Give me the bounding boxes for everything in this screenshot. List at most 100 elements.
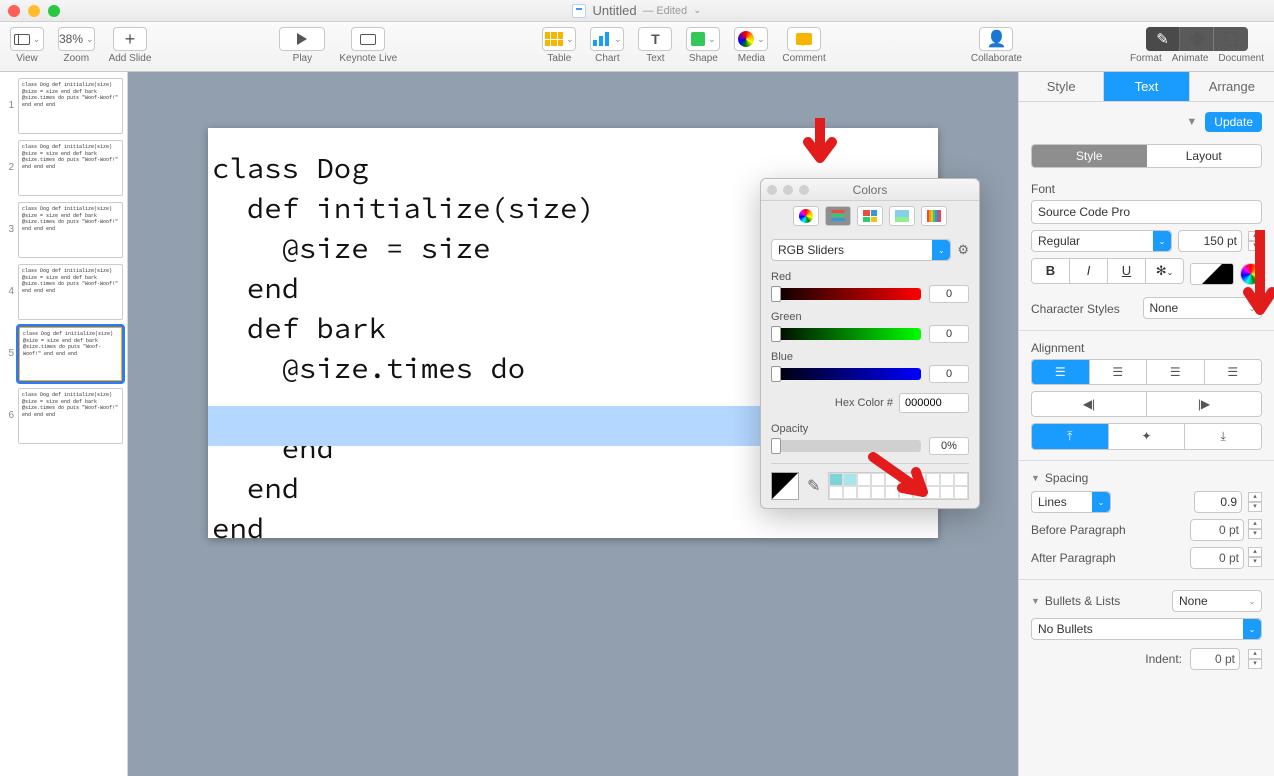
- after-para-stepper[interactable]: ▴▾: [1248, 547, 1262, 569]
- colors-titlebar: Colors: [761, 179, 979, 201]
- tab-style[interactable]: Style: [1019, 72, 1104, 101]
- advanced-font-button[interactable]: ✻⌄: [1146, 259, 1183, 283]
- image-icon: [895, 210, 909, 222]
- slide-thumb-2[interactable]: 2class Dog def initialize(size) @size = …: [4, 140, 123, 196]
- collaborate-icon: 👤: [987, 29, 1007, 49]
- bullets-preset-select[interactable]: None⌄: [1172, 590, 1262, 612]
- opacity-value[interactable]: 0%: [929, 437, 969, 455]
- text-color-swatch[interactable]: [1190, 263, 1234, 285]
- text-subtabs: Style Layout: [1031, 144, 1262, 168]
- slide-navigator[interactable]: 1class Dog def initialize(size) @size = …: [0, 72, 128, 776]
- before-para-value[interactable]: 0 pt: [1190, 519, 1244, 541]
- blue-slider[interactable]: [771, 368, 921, 380]
- text-label: Text: [646, 53, 664, 64]
- table-label: Table: [547, 53, 571, 64]
- bullets-type-select[interactable]: No Bullets⌄: [1031, 618, 1262, 640]
- opacity-slider[interactable]: [771, 440, 921, 452]
- slide-thumb-6[interactable]: 6class Dog def initialize(size) @size = …: [4, 388, 123, 444]
- color-image-tab[interactable]: [889, 206, 915, 226]
- animate-inspector-button[interactable]: [1180, 27, 1214, 51]
- format-inspector: Style Text Arrange ▼ Update Style Layout…: [1018, 72, 1274, 776]
- colors-close-button[interactable]: [767, 185, 777, 195]
- view-button[interactable]: ⌄: [10, 27, 44, 51]
- line-spacing-value[interactable]: 0.9: [1194, 491, 1242, 513]
- green-value[interactable]: 0: [929, 325, 969, 343]
- red-slider[interactable]: [771, 288, 921, 300]
- indent-increase-button[interactable]: |▶: [1147, 392, 1261, 416]
- collaborate-button[interactable]: 👤: [979, 27, 1013, 51]
- color-swatch-grid[interactable]: [828, 472, 969, 500]
- play-button[interactable]: [279, 27, 325, 51]
- shape-button[interactable]: ⌄: [686, 27, 720, 51]
- after-para-value[interactable]: 0 pt: [1190, 547, 1244, 569]
- slide-thumb-4[interactable]: 4class Dog def initialize(size) @size = …: [4, 264, 123, 320]
- color-wheel-tab[interactable]: [793, 206, 819, 226]
- slide-thumb-1[interactable]: 1class Dog def initialize(size) @size = …: [4, 78, 123, 134]
- green-slider[interactable]: [771, 328, 921, 340]
- line-spacing-mode[interactable]: Lines⌄: [1031, 491, 1111, 513]
- media-button[interactable]: ⌄: [734, 27, 768, 51]
- screen-icon: [360, 34, 376, 45]
- add-slide-button[interactable]: +: [113, 27, 147, 51]
- align-justify-button[interactable]: ☰: [1205, 360, 1262, 384]
- valign-top-button[interactable]: ⤒: [1032, 424, 1109, 449]
- slider-type-select[interactable]: RGB Sliders⌄: [771, 239, 951, 261]
- color-mode-tabs: [761, 201, 979, 231]
- keynote-live-button[interactable]: [351, 27, 385, 51]
- align-center-button[interactable]: ☰: [1090, 360, 1148, 384]
- italic-button[interactable]: I: [1070, 259, 1108, 283]
- valign-middle-button[interactable]: ✦: [1109, 424, 1186, 449]
- bold-button[interactable]: B: [1032, 259, 1070, 283]
- media-label: Media: [738, 53, 765, 64]
- document-label: Document: [1218, 53, 1264, 64]
- comment-button[interactable]: [787, 27, 821, 51]
- indent-value[interactable]: 0 pt: [1190, 648, 1240, 670]
- zoom-button[interactable]: 38%⌄: [58, 27, 95, 51]
- document-edited-indicator: — Edited: [643, 5, 688, 17]
- indent-decrease-button[interactable]: ◀|: [1032, 392, 1147, 416]
- line-spacing-stepper[interactable]: ▴▾: [1248, 492, 1262, 512]
- hex-input[interactable]: [899, 393, 969, 413]
- text-color-wheel-button[interactable]: [1240, 263, 1262, 285]
- font-size-stepper[interactable]: ▴▾: [1248, 231, 1262, 251]
- sliders-icon: [831, 210, 845, 222]
- subtab-style[interactable]: Style: [1032, 145, 1147, 167]
- update-button[interactable]: Update: [1205, 112, 1262, 132]
- window-title: Untitled — Edited ⌄: [0, 3, 1274, 18]
- table-button[interactable]: ⌄: [542, 27, 576, 51]
- subtab-layout[interactable]: Layout: [1147, 145, 1262, 167]
- chevron-down-icon[interactable]: ⌄: [693, 5, 701, 16]
- colors-popover[interactable]: Colors RGB Sliders⌄ ⚙ Red 0 Green 0 Blue…: [760, 178, 980, 509]
- slide-thumb-3[interactable]: 3class Dog def initialize(size) @size = …: [4, 202, 123, 258]
- color-pencils-tab[interactable]: [921, 206, 947, 226]
- view-label: View: [16, 53, 38, 64]
- font-variant-select[interactable]: Regular⌄: [1031, 230, 1172, 252]
- tab-text[interactable]: Text: [1104, 72, 1189, 101]
- tab-arrange[interactable]: Arrange: [1190, 72, 1274, 101]
- gear-icon[interactable]: ⚙: [957, 242, 969, 258]
- green-label: Green: [771, 311, 969, 323]
- align-right-button[interactable]: ☰: [1147, 360, 1205, 384]
- chart-button[interactable]: ⌄: [590, 27, 624, 51]
- eyedropper-icon[interactable]: ✎: [807, 476, 820, 496]
- underline-button[interactable]: U: [1108, 259, 1146, 283]
- blue-value[interactable]: 0: [929, 365, 969, 383]
- paragraph-style-disclosure[interactable]: ▼: [1186, 116, 1197, 128]
- text-button[interactable]: T: [638, 27, 672, 51]
- align-left-button[interactable]: ☰: [1032, 360, 1090, 384]
- before-para-stepper[interactable]: ▴▾: [1248, 519, 1262, 541]
- indent-stepper[interactable]: ▴▾: [1248, 649, 1262, 669]
- valign-bottom-button[interactable]: ⤓: [1185, 424, 1261, 449]
- wheel-icon: [799, 209, 813, 223]
- color-sliders-tab[interactable]: [825, 206, 851, 226]
- format-label: Format: [1130, 53, 1162, 64]
- slide-thumb-5[interactable]: 5class Dog def initialize(size) @size = …: [4, 326, 123, 382]
- font-size-field[interactable]: 150 pt: [1178, 230, 1242, 252]
- red-value[interactable]: 0: [929, 285, 969, 303]
- char-styles-select[interactable]: None⌄: [1143, 297, 1263, 319]
- color-palettes-tab[interactable]: [857, 206, 883, 226]
- format-inspector-button[interactable]: ✎: [1146, 27, 1180, 51]
- font-family-select[interactable]: Source Code Pro: [1031, 200, 1262, 224]
- comment-icon: [796, 33, 812, 45]
- document-inspector-button[interactable]: [1214, 27, 1248, 51]
